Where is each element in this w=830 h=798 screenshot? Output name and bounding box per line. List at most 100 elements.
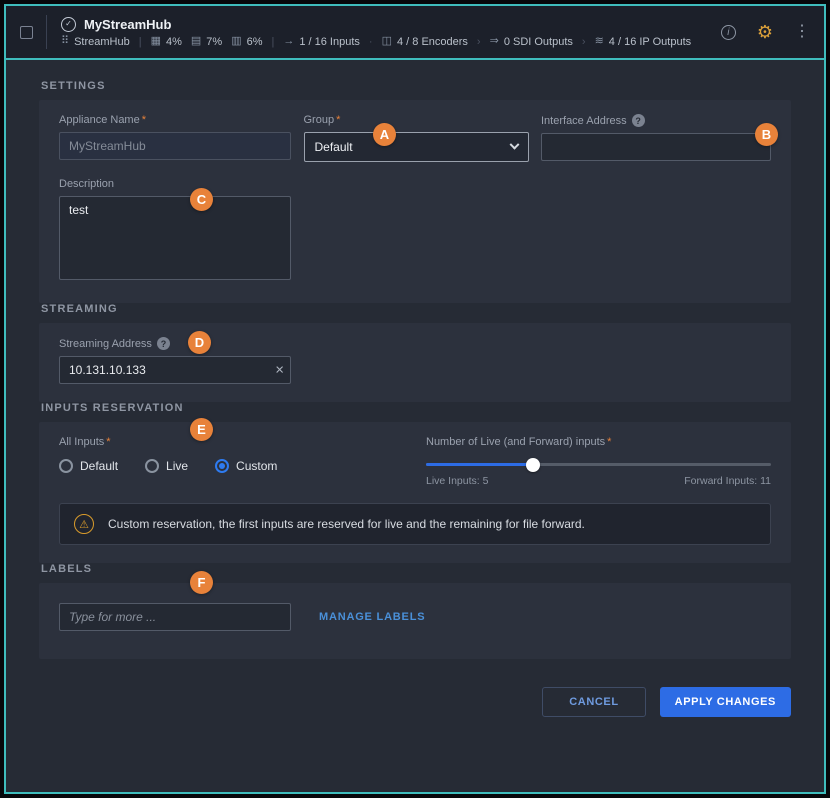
header-divider	[46, 15, 47, 49]
memory-icon: ▤	[191, 36, 201, 47]
stat-label: 6%	[247, 36, 263, 48]
stat-label: 7%	[206, 36, 222, 48]
stat-label: 1 / 16 Inputs	[299, 36, 360, 48]
stat-separator: ›	[477, 36, 481, 48]
interface-address-input[interactable]	[541, 133, 771, 161]
stat-label: StreamHub	[74, 36, 130, 48]
stat-separator: ›	[582, 36, 586, 48]
apply-changes-button[interactable]: APPLY CHANGES	[660, 687, 791, 717]
device-checkbox[interactable]	[20, 26, 33, 39]
labels-panel: F MANAGE LABELS	[39, 583, 791, 659]
header-main: ✓ MyStreamHub ⠿ StreamHub | ▦ 4% ▤ 7%	[61, 17, 691, 48]
radio-circle	[215, 459, 229, 473]
interface-address-field: Interface Address ?	[541, 114, 771, 162]
radio-circle	[145, 459, 159, 473]
radio-circle	[59, 459, 73, 473]
annotation-badge-c: C	[190, 188, 213, 211]
group-select[interactable]: Default	[304, 132, 529, 162]
footer-actions: CANCEL APPLY CHANGES	[39, 687, 791, 717]
radio-live[interactable]: Live	[145, 459, 188, 473]
stat-label: 0 SDI Outputs	[504, 36, 573, 48]
live-inputs-count: Live Inputs: 5	[426, 475, 488, 487]
grid-icon: ⠿	[61, 36, 69, 47]
streaming-address-input[interactable]	[59, 356, 291, 384]
help-icon[interactable]: ?	[157, 337, 170, 350]
cpu-icon: ▦	[151, 36, 161, 47]
custom-reservation-notice: ⚠ Custom reservation, the first inputs a…	[59, 503, 771, 545]
cancel-button[interactable]: CANCEL	[542, 687, 645, 717]
stat-separator: |	[272, 36, 275, 48]
header-actions: i ⚙ ⋮	[721, 23, 810, 41]
forward-inputs-count: Forward Inputs: 11	[684, 475, 771, 487]
description-label: Description	[59, 178, 771, 190]
interface-address-label: Interface Address ?	[541, 114, 771, 127]
inputs-reservation-section-title: INPUTS RESERVATION	[41, 402, 789, 414]
description-field: Description test	[59, 178, 771, 285]
stat-label: 4 / 8 Encoders	[397, 36, 468, 48]
annotation-badge-b: B	[755, 123, 778, 146]
encoders-icon: ◫	[382, 36, 392, 47]
info-icon[interactable]: i	[721, 25, 736, 40]
stat-label: 4 / 16 IP Outputs	[609, 36, 691, 48]
appliance-name-field: Appliance Name*	[59, 114, 291, 162]
live-forward-slider-field: Number of Live (and Forward) inputs* Liv…	[426, 436, 771, 487]
appliance-name-input[interactable]	[59, 132, 291, 160]
encoders-stat: ◫ 4 / 8 Encoders	[382, 36, 468, 48]
notice-text: Custom reservation, the first inputs are…	[108, 517, 585, 531]
sdi-outputs-icon: ⇒	[490, 36, 499, 47]
stat-separator: ·	[369, 36, 373, 48]
storage-stat: ▥ 6%	[231, 36, 262, 48]
streaming-address-label: Streaming Address ?	[59, 337, 771, 350]
required-marker: *	[142, 114, 146, 126]
device-status-icon: ✓	[61, 17, 76, 32]
manage-labels-link[interactable]: MANAGE LABELS	[319, 611, 425, 623]
memory-stat: ▤ 7%	[191, 36, 222, 48]
all-inputs-field: All Inputs* Default Live C	[59, 436, 277, 473]
device-title: MyStreamHub	[84, 17, 171, 32]
kebab-menu-icon[interactable]: ⋮	[794, 24, 810, 40]
required-marker: *	[106, 436, 110, 448]
clear-icon[interactable]: ×	[275, 363, 284, 378]
settings-section-title: SETTINGS	[41, 80, 789, 92]
chevron-down-icon	[509, 139, 519, 149]
streaming-panel: D Streaming Address ? ×	[39, 323, 791, 402]
inputs-stat: → 1 / 16 Inputs	[283, 36, 360, 48]
reservation-radio-group: Default Live Custom	[59, 459, 277, 473]
header: ✓ MyStreamHub ⠿ StreamHub | ▦ 4% ▤ 7%	[6, 6, 824, 60]
cpu-stat: ▦ 4%	[151, 36, 182, 48]
ip-outputs-stat: ≋ 4 / 16 IP Outputs	[595, 36, 692, 48]
appliance-name-label: Appliance Name*	[59, 114, 291, 126]
warning-icon: ⚠	[74, 514, 94, 534]
stat-label: 4%	[166, 36, 182, 48]
help-icon[interactable]: ?	[632, 114, 645, 127]
sdi-outputs-stat: ⇒ 0 SDI Outputs	[490, 36, 573, 48]
device-stats-bar: ⠿ StreamHub | ▦ 4% ▤ 7% ▥ 6% | →	[61, 36, 691, 48]
inputs-icon: →	[283, 36, 294, 47]
device-settings-window: ✓ MyStreamHub ⠿ StreamHub | ▦ 4% ▤ 7%	[4, 4, 826, 794]
streaming-section-title: STREAMING	[41, 303, 789, 315]
labels-input[interactable]	[59, 603, 291, 631]
inputs-slider[interactable]	[426, 463, 771, 466]
storage-icon: ▥	[231, 36, 241, 47]
radio-default[interactable]: Default	[59, 459, 118, 473]
slider-label: Number of Live (and Forward) inputs*	[426, 436, 771, 448]
settings-panel: A B C Appliance Name* Group* Default	[39, 100, 791, 303]
annotation-badge-e: E	[190, 418, 213, 441]
settings-form: SETTINGS A B C Appliance Name* Group* De…	[6, 60, 824, 792]
stat-separator: |	[139, 36, 142, 48]
slider-fill	[426, 463, 533, 466]
group-select-value: Default	[315, 140, 353, 154]
annotation-badge-a: A	[373, 123, 396, 146]
description-textarea[interactable]: test	[59, 196, 291, 280]
labels-section-title: LABELS	[41, 563, 789, 575]
annotation-badge-d: D	[188, 331, 211, 354]
annotation-badge-f: F	[190, 571, 213, 594]
radio-custom[interactable]: Custom	[215, 459, 277, 473]
streamhub-stat: ⠿ StreamHub	[61, 36, 130, 48]
slider-thumb[interactable]	[526, 458, 540, 472]
all-inputs-label: All Inputs*	[59, 436, 277, 448]
required-marker: *	[336, 114, 340, 126]
gear-icon[interactable]: ⚙	[757, 23, 773, 41]
group-field: Group* Default	[304, 114, 529, 162]
inputs-reservation-panel: E All Inputs* Default Live	[39, 422, 791, 563]
